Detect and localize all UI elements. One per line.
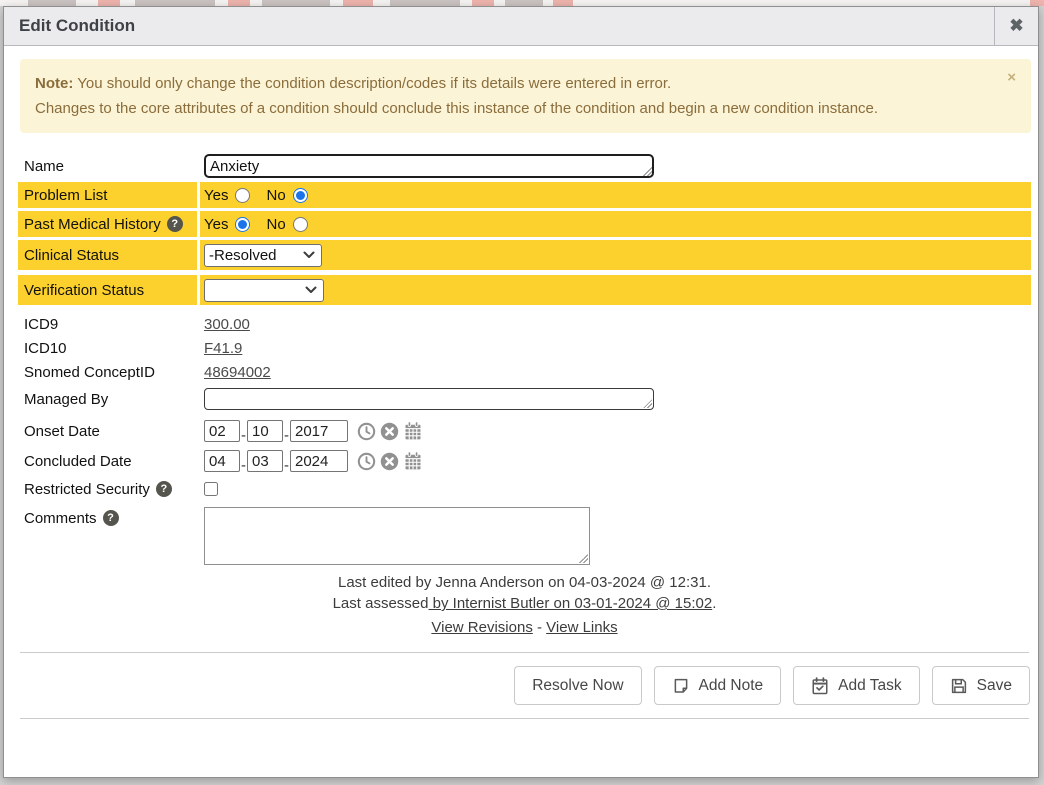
problem-list-yes-radio[interactable]	[235, 188, 250, 203]
save-icon	[950, 677, 968, 695]
clear-date-icon[interactable]	[380, 422, 399, 441]
managed-by-label: Managed By	[24, 391, 108, 408]
last-assessed-text: Last assessed by Internist Butler on 03-…	[18, 593, 1031, 614]
icd9-label: ICD9	[24, 316, 58, 333]
name-label: Name	[24, 158, 64, 175]
add-task-button[interactable]: Add Task	[793, 666, 919, 705]
clear-date-icon[interactable]	[380, 452, 399, 471]
calendar-icon[interactable]	[403, 421, 423, 441]
past-medical-history-yes-radio[interactable]	[235, 217, 250, 232]
icd9-code-link[interactable]: 300.00	[204, 316, 250, 333]
form-row-verification-status: Verification Status	[18, 275, 1031, 305]
help-icon[interactable]: ?	[156, 481, 172, 497]
problem-list-no-radio[interactable]	[293, 188, 308, 203]
snomed-label: Snomed ConceptID	[24, 364, 155, 381]
form-row-snomed: Snomed ConceptID 48694002	[18, 360, 1031, 384]
concluded-date-label: Concluded Date	[24, 453, 132, 470]
revision-links: View Revisions - View Links	[18, 617, 1031, 638]
comments-label: Comments	[24, 510, 97, 527]
last-assessed-link[interactable]: by Internist Butler on 03-01-2024 @ 15:0…	[428, 595, 712, 612]
add-note-button[interactable]: Add Note	[654, 666, 782, 705]
form-row-concluded-date: Concluded Date --	[18, 448, 1031, 474]
past-medical-history-no-radio[interactable]	[293, 217, 308, 232]
help-icon[interactable]: ?	[103, 510, 119, 526]
problem-list-radio-group: Yes No	[204, 187, 324, 204]
onset-day-input[interactable]	[247, 420, 283, 442]
modal-close-button[interactable]: ✖	[994, 7, 1038, 45]
verification-status-select[interactable]	[204, 279, 324, 302]
last-edited-text: Last edited by Jenna Anderson on 04-03-2…	[18, 572, 1031, 593]
onset-month-input[interactable]	[204, 420, 240, 442]
modal-body: Note: You should only change the conditi…	[4, 46, 1038, 777]
resolve-now-button[interactable]: Resolve Now	[514, 666, 641, 705]
past-medical-history-radio-group: Yes No	[204, 216, 324, 233]
yes-label: Yes	[204, 187, 228, 204]
close-icon: ✖	[1009, 16, 1023, 36]
snomed-code-link[interactable]: 48694002	[204, 364, 271, 381]
note-label: Note:	[35, 75, 73, 92]
restricted-security-checkbox[interactable]	[204, 482, 218, 496]
form-row-name: Name	[18, 154, 1031, 178]
comments-textarea[interactable]	[204, 507, 590, 565]
form-row-onset-date: Onset Date --	[18, 418, 1031, 444]
managed-by-input[interactable]	[204, 388, 654, 410]
modal-title: Edit Condition	[4, 7, 994, 45]
clock-icon[interactable]	[357, 422, 376, 441]
concluded-year-input[interactable]	[290, 450, 348, 472]
restricted-security-label: Restricted Security	[24, 481, 150, 498]
clock-icon[interactable]	[357, 452, 376, 471]
onset-date-label: Onset Date	[24, 423, 100, 440]
audit-info: Last edited by Jenna Anderson on 04-03-2…	[18, 572, 1031, 638]
divider	[20, 718, 1029, 719]
icd10-code-link[interactable]: F41.9	[204, 340, 242, 357]
save-button[interactable]: Save	[932, 666, 1030, 705]
onset-year-input[interactable]	[290, 420, 348, 442]
name-input[interactable]	[204, 154, 654, 178]
view-revisions-link[interactable]: View Revisions	[431, 619, 532, 636]
note-line-1: Note: You should only change the conditi…	[35, 71, 991, 96]
verification-status-label: Verification Status	[24, 282, 144, 299]
divider	[20, 652, 1029, 653]
note-banner: Note: You should only change the conditi…	[20, 59, 1031, 133]
form-row-icd10: ICD10 F41.9	[18, 336, 1031, 360]
modal-header: Edit Condition ✖	[4, 7, 1038, 46]
past-medical-history-label: Past Medical History	[24, 216, 161, 233]
clinical-status-label: Clinical Status	[24, 247, 119, 264]
no-label: No	[266, 187, 285, 204]
note-close-icon[interactable]: ×	[1007, 71, 1016, 85]
form-row-problem-list: Problem List Yes No	[18, 182, 1031, 208]
no-label: No	[266, 216, 285, 233]
calendar-icon[interactable]	[403, 451, 423, 471]
calendar-check-icon	[811, 677, 829, 695]
yes-label: Yes	[204, 216, 228, 233]
form-row-past-medical-history: Past Medical History ? Yes No	[18, 211, 1031, 237]
clinical-status-select[interactable]: -Resolved	[204, 244, 322, 267]
form-row-restricted-security: Restricted Security ?	[18, 478, 1031, 500]
form-row-clinical-status: Clinical Status -Resolved	[18, 240, 1031, 270]
concluded-day-input[interactable]	[247, 450, 283, 472]
form-row-managed-by: Managed By	[18, 388, 1031, 410]
concluded-month-input[interactable]	[204, 450, 240, 472]
action-buttons: Resolve Now Add Note Add Task Save	[18, 666, 1030, 705]
help-icon[interactable]: ?	[167, 216, 183, 232]
note-icon	[672, 677, 690, 695]
edit-condition-modal: Edit Condition ✖ Note: You should only c…	[3, 6, 1039, 778]
problem-list-label: Problem List	[24, 187, 107, 204]
note-line-2: Changes to the core attributes of a cond…	[35, 96, 991, 121]
form-row-icd9: ICD9 300.00	[18, 312, 1031, 336]
form-row-comments: Comments ?	[18, 507, 1031, 565]
view-links-link[interactable]: View Links	[546, 619, 617, 636]
icd10-label: ICD10	[24, 340, 67, 357]
